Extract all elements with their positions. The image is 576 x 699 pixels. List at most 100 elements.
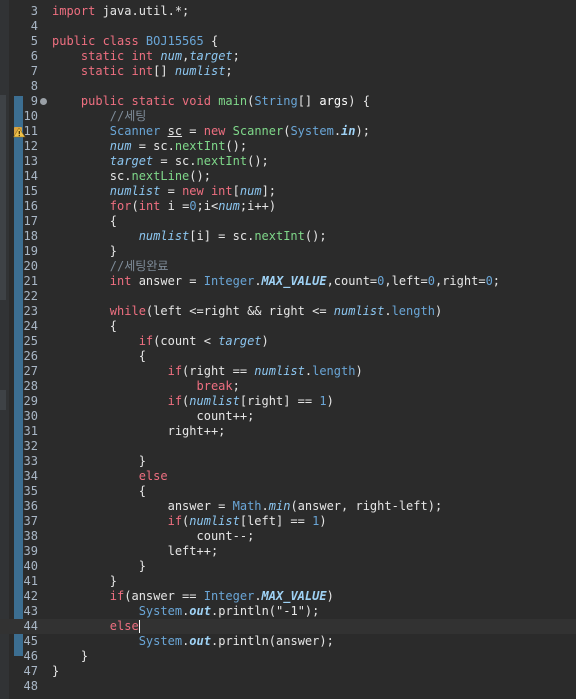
line-number: 36 — [23, 499, 38, 513]
code-line[interactable]: 32 — [0, 439, 576, 454]
code-token: for — [109, 199, 132, 213]
code-line[interactable]: 44 else — [0, 619, 576, 634]
code-line[interactable]: 31 right++; — [0, 424, 576, 439]
code-line[interactable]: 36 answer = Math.min(answer, right-left)… — [0, 499, 576, 514]
code-line[interactable]: 25 if(count < target) — [0, 334, 576, 349]
code-token: . — [254, 274, 262, 288]
code-line[interactable]: 18 numlist[i] = sc.nextInt(); — [0, 229, 576, 244]
code-line[interactable]: 15 numlist = new int[num]; — [0, 184, 576, 199]
line-number: 14 — [23, 169, 38, 183]
line-number: 43 — [23, 604, 38, 618]
code-line[interactable]: 4 — [0, 19, 576, 34]
line-number: 6 — [30, 49, 38, 63]
code-text: if(count < target) — [52, 334, 269, 349]
code-text: target = sc.nextInt(); — [52, 154, 269, 169]
code-line[interactable]: 35 { — [0, 484, 576, 499]
code-line[interactable]: 40 } — [0, 559, 576, 574]
line-number: 38 — [23, 529, 38, 543]
code-text: //세팅 — [52, 109, 147, 124]
code-line[interactable]: 23 while(left <=right && right <= numlis… — [0, 304, 576, 319]
code-token: . — [261, 499, 269, 513]
code-line[interactable]: 3 import java.util.*; — [0, 4, 576, 19]
code-line[interactable]: 48 — [0, 679, 576, 694]
code-token: } — [52, 559, 146, 573]
code-text: } — [52, 244, 117, 259]
line-number: 5 — [30, 34, 38, 48]
code-line[interactable]: 5 public class BOJ15565 { — [0, 34, 576, 49]
code-token: numlist — [109, 184, 161, 198]
code-text: System.out.println(answer); — [52, 634, 334, 649]
code-line[interactable]: 27 if(right == numlist.length) — [0, 364, 576, 379]
code-line[interactable]: 29 if(numlist[right] == 1) — [0, 394, 576, 409]
code-line[interactable]: 11 Scanner sc = new Scanner(System.in); — [0, 124, 576, 139]
code-line[interactable]: 22 — [0, 289, 576, 304]
code-token: ]; — [261, 184, 277, 198]
code-token: (answer == — [124, 589, 204, 603]
code-text: } — [52, 649, 88, 664]
code-text: else — [52, 469, 168, 484]
code-line[interactable]: 47} — [0, 664, 576, 679]
code-line[interactable]: 21 int answer = Integer.MAX_VALUE,count=… — [0, 274, 576, 289]
code-line[interactable]: 17 { — [0, 214, 576, 229]
code-line[interactable]: 42 if(answer == Integer.MAX_VALUE) — [0, 589, 576, 604]
fold-toggle-icon[interactable] — [40, 98, 47, 105]
code-editor[interactable]: 3 import java.util.*; 4 5 public class BOJ15… — [0, 0, 576, 699]
line-number: 3 — [30, 4, 38, 18]
code-token: (right == — [182, 364, 255, 378]
code-line[interactable]: 14 sc.nextLine(); — [0, 169, 576, 184]
code-token: . — [254, 589, 262, 603]
code-line[interactable]: 24 { — [0, 319, 576, 334]
code-token: (); — [225, 139, 248, 153]
code-line[interactable]: 41 } — [0, 574, 576, 589]
line-number: 10 — [23, 109, 38, 123]
code-line[interactable]: 45 System.out.println(answer); — [0, 634, 576, 649]
code-text: } — [52, 664, 59, 679]
code-line[interactable]: 20 //세팅완료 — [0, 259, 576, 274]
code-token: BOJ15565 — [145, 34, 204, 48]
code-text: right++; — [52, 424, 226, 439]
code-line[interactable]: 9 public static void main(String[] args)… — [0, 94, 576, 109]
code-line[interactable]: 37 if(numlist[left] == 1) — [0, 514, 576, 529]
code-token: while — [109, 304, 146, 318]
code-token: { — [52, 484, 146, 498]
code-text: //세팅완료 — [52, 259, 169, 274]
code-line[interactable]: 28 break; — [0, 379, 576, 394]
code-text: public class BOJ15565 { — [52, 34, 218, 49]
code-line[interactable]: 16 for(int i =0;i<num;i++) — [0, 199, 576, 214]
code-line[interactable]: 46 } — [0, 649, 576, 664]
line-number: 47 — [23, 664, 38, 678]
code-token: ; — [225, 64, 233, 78]
code-line[interactable]: 6 static int num,target; — [0, 49, 576, 64]
line-number: 8 — [30, 79, 38, 93]
code-line[interactable]: 7 static int[] numlist; — [0, 64, 576, 79]
line-number: 25 — [23, 334, 38, 348]
code-token: ; — [232, 49, 240, 63]
code-line[interactable]: 38 count--; — [0, 529, 576, 544]
code-token: 1 — [319, 394, 327, 408]
code-line[interactable]: 13 target = sc.nextInt(); — [0, 154, 576, 169]
code-token: { — [203, 34, 219, 48]
code-token: ,count= — [326, 274, 378, 288]
code-line[interactable]: 39 left++; — [0, 544, 576, 559]
warning-lightbulb-icon[interactable] — [13, 125, 26, 138]
code-line[interactable]: 10 //세팅 — [0, 109, 576, 124]
code-line[interactable]: 33 } — [0, 454, 576, 469]
line-number: 16 — [23, 199, 38, 213]
code-line[interactable]: 43 System.out.println("-1"); — [0, 604, 576, 619]
code-line[interactable]: 26 { — [0, 349, 576, 364]
code-line[interactable]: 34 else — [0, 469, 576, 484]
code-line[interactable]: 12 num = sc.nextInt(); — [0, 139, 576, 154]
code-line[interactable]: 8 — [0, 79, 576, 94]
code-token: = — [182, 124, 204, 138]
code-token: int — [138, 199, 168, 213]
code-token: (); — [304, 229, 327, 243]
code-line[interactable]: 30 count++; — [0, 409, 576, 424]
code-line[interactable]: 19 } — [0, 244, 576, 259]
code-token: main — [218, 94, 248, 108]
